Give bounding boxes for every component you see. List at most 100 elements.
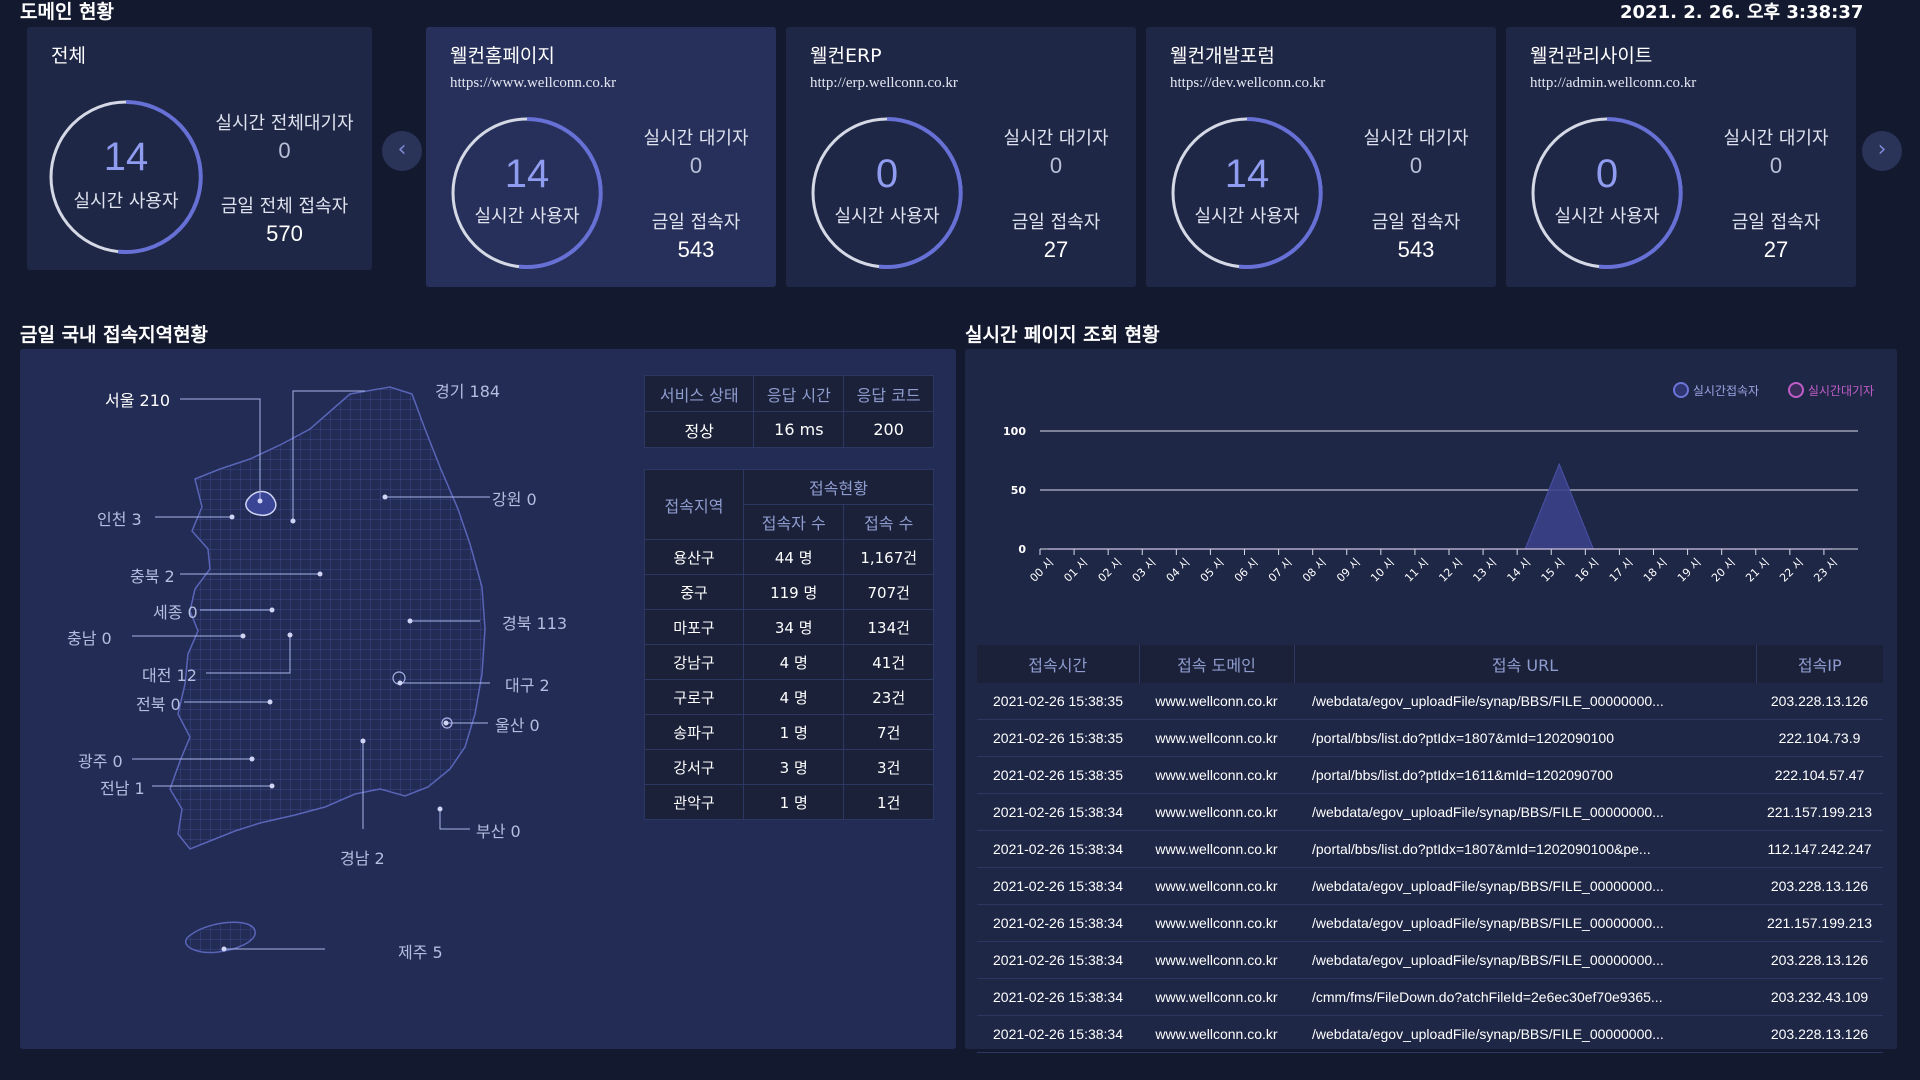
x-tick-label: 07 시 xyxy=(1266,556,1295,585)
y-tick-label: 50 xyxy=(1011,484,1027,497)
map-label-daegu: 대구 2 xyxy=(505,676,550,695)
access-time-cell: 2021-02-26 15:38:34 xyxy=(977,867,1139,905)
gauge-label: 실시간 사용자 xyxy=(834,206,940,227)
map-label-chungbuk: 충북 2 xyxy=(130,567,175,586)
gauge-label: 실시간 사용자 xyxy=(73,191,179,212)
map-label-seoul: 서울 210 xyxy=(105,391,171,410)
pageview-section-title: 실시간 페이지 조회 현황 xyxy=(965,324,1160,346)
jeju-shape xyxy=(184,921,256,954)
next-button[interactable]: › xyxy=(1862,131,1902,171)
x-tick-label: 02 시 xyxy=(1096,556,1125,585)
datetime: 2021. 2. 26. 오후 3:38:37 xyxy=(1620,2,1864,23)
access-time-cell: 2021-02-26 15:38:34 xyxy=(977,978,1139,1016)
series-area-realtime-users xyxy=(1048,462,1832,550)
gauge-value: 14 xyxy=(1224,152,1270,196)
x-tick-label: 01 시 xyxy=(1061,556,1090,585)
table-row[interactable]: 2021-02-26 15:38:34 www.wellconn.co.kr/we… xyxy=(977,1015,1883,1053)
prev-button[interactable]: ‹ xyxy=(382,131,422,171)
region-cell: 강서구 xyxy=(644,749,744,785)
access-url-cell[interactable]: /portal/bbs/list.do?ptIdx=1807&mId=12020… xyxy=(1294,830,1756,868)
card-url[interactable]: http://admin.wellconn.co.kr xyxy=(1530,75,1696,92)
access-url-cell[interactable]: /webdata/egov_uploadFile/synap/BBS/FILE_… xyxy=(1294,683,1756,720)
table-row[interactable]: 2021-02-26 15:38:34 www.wellconn.co.kr/we… xyxy=(977,941,1883,979)
domain-card[interactable]: 웰컨관리사이트 http://admin.wellconn.co.kr 0 실시… xyxy=(1506,27,1856,287)
region-table: 접속지역 접속현황 접속자 수 접속 수 용산구 44 명 1,167건 중구 119… xyxy=(644,469,934,820)
card-url[interactable]: http://erp.wellconn.co.kr xyxy=(810,75,958,92)
region-cell: 관악구 xyxy=(644,784,744,820)
waiting-label: 실시간 대기자 xyxy=(643,128,749,149)
access-ip-cell: 203.232.43.109 xyxy=(1756,978,1883,1016)
access-url-cell[interactable]: /portal/bbs/list.do?ptIdx=1807&mId=12020… xyxy=(1294,719,1756,757)
table-row[interactable]: 2021-02-26 15:38:34 www.wellconn.co.kr/cm… xyxy=(977,978,1883,1016)
waiting-value: 0 xyxy=(1409,153,1423,178)
access-ip-cell: 203.228.13.126 xyxy=(1756,1015,1883,1053)
table-row[interactable]: 2021-02-26 15:38:34 www.wellconn.co.kr/we… xyxy=(977,867,1883,905)
table-row[interactable]: 2021-02-26 15:38:34 www.wellconn.co.kr/po… xyxy=(977,830,1883,868)
gauge-value: 14 xyxy=(103,135,149,179)
access-domain-cell: www.wellconn.co.kr xyxy=(1139,1015,1294,1053)
domain-card[interactable]: 웰컨개발포럼 https://dev.wellconn.co.kr 14 실시간… xyxy=(1146,27,1496,287)
waiting-value: 0 xyxy=(278,138,291,163)
total-card: 전체 14 실시간 사용자 실시간 전체대기자 0 금일 전체 접속자 570 xyxy=(27,27,372,270)
user-gauge: 0 실시간 사용자 xyxy=(810,116,964,270)
log-header: 접속 도메인 xyxy=(1139,645,1295,683)
access-url-cell[interactable]: /webdata/egov_uploadFile/synap/BBS/FILE_… xyxy=(1294,941,1756,979)
log-header: 접속 URL xyxy=(1294,645,1757,683)
access-url-cell[interactable]: /cmm/fms/FileDown.do?atchFileId=2e6ec30e… xyxy=(1294,978,1756,1016)
access-domain-cell: www.wellconn.co.kr xyxy=(1139,683,1294,720)
pageview-panel: 실시간접속자 실시간대기자 0 50 100 00 시 01 시 02 시 03 시 04 시… xyxy=(965,349,1897,1053)
access-domain-cell: www.wellconn.co.kr xyxy=(1139,719,1294,757)
waiting-label: 실시간 전체대기자 xyxy=(215,113,354,134)
hits-cell: 7건 xyxy=(843,714,934,750)
card-url[interactable]: https://dev.wellconn.co.kr xyxy=(1170,75,1325,92)
status-group-header: 접속현황 xyxy=(743,469,934,505)
x-tick-label: 23 시 xyxy=(1811,556,1840,585)
map-label-daejeon: 대전 12 xyxy=(142,666,197,685)
access-domain-cell: www.wellconn.co.kr xyxy=(1139,941,1294,979)
access-time-cell: 2021-02-26 15:38:34 xyxy=(977,830,1139,868)
access-url-cell[interactable]: /portal/bbs/list.do?ptIdx=1611&mId=12020… xyxy=(1294,756,1756,794)
access-ip-cell: 221.157.199.213 xyxy=(1756,904,1883,942)
users-cell: 1 명 xyxy=(742,784,845,820)
x-tick-label: 14 시 xyxy=(1505,556,1534,585)
table-row[interactable]: 2021-02-26 15:38:34 www.wellconn.co.kr/we… xyxy=(977,904,1883,942)
table-row[interactable]: 2021-02-26 15:38:34 www.wellconn.co.kr/we… xyxy=(977,793,1883,831)
today-value: 543 xyxy=(1397,237,1435,262)
domain-card[interactable]: 웰컨홈페이지 https://www.wellconn.co.kr 14 실시간… xyxy=(426,27,776,287)
access-url-cell[interactable]: /webdata/egov_uploadFile/synap/BBS/FILE_… xyxy=(1294,1015,1756,1053)
log-header: 접속시간 xyxy=(977,645,1140,683)
table-row[interactable]: 2021-02-26 15:38:35 www.wellconn.co.kr/po… xyxy=(977,756,1883,794)
access-url-cell[interactable]: /webdata/egov_uploadFile/synap/BBS/FILE_… xyxy=(1294,867,1756,905)
access-time-cell: 2021-02-26 15:38:35 xyxy=(977,756,1139,794)
table-row[interactable]: 2021-02-26 15:38:35 www.wellconn.co.kr/we… xyxy=(977,683,1883,720)
today-label: 금일 접속자 xyxy=(1011,212,1101,233)
domain-card[interactable]: 웰컨ERP http://erp.wellconn.co.kr 0 실시간 사용… xyxy=(786,27,1136,287)
users-cell: 34 명 xyxy=(742,609,845,645)
domain-status-title: 도메인 현황 xyxy=(20,1,115,23)
waiting-value: 0 xyxy=(1049,153,1063,178)
card-url[interactable]: https://www.wellconn.co.kr xyxy=(450,75,616,92)
hits-cell: 707건 xyxy=(843,574,934,610)
x-tick-label: 17 시 xyxy=(1607,556,1636,585)
x-tick-label: 10 시 xyxy=(1368,556,1397,585)
total-gauge: 14 실시간 사용자 xyxy=(48,99,204,255)
today-value: 27 xyxy=(1043,237,1069,262)
map-label-busan: 부산 0 xyxy=(476,822,521,841)
access-url-cell[interactable]: /webdata/egov_uploadFile/synap/BBS/FILE_… xyxy=(1294,904,1756,942)
log-header: 접속IP xyxy=(1756,645,1883,683)
users-cell: 4 명 xyxy=(742,679,845,715)
access-domain-cell: www.wellconn.co.kr xyxy=(1139,904,1294,942)
access-time-cell: 2021-02-26 15:38:34 xyxy=(977,793,1139,831)
access-url-cell[interactable]: /webdata/egov_uploadFile/synap/BBS/FILE_… xyxy=(1294,793,1756,831)
x-tick-label: 20 시 xyxy=(1709,556,1738,585)
access-time-cell: 2021-02-26 15:38:35 xyxy=(977,719,1139,757)
region-cell: 마포구 xyxy=(644,609,744,645)
x-tick-label: 09 시 xyxy=(1334,556,1363,585)
today-label: 금일 접속자 xyxy=(1731,212,1821,233)
region-cell: 구로구 xyxy=(644,679,744,715)
table-row: 중구 119 명 707건 xyxy=(644,574,934,610)
gauge-label: 실시간 사용자 xyxy=(1554,206,1660,227)
table-row[interactable]: 2021-02-26 15:38:35 www.wellconn.co.kr/po… xyxy=(977,719,1883,757)
table-row: 관악구 1 명 1건 xyxy=(644,784,934,820)
map-label-gwangju: 광주 0 xyxy=(78,752,123,771)
